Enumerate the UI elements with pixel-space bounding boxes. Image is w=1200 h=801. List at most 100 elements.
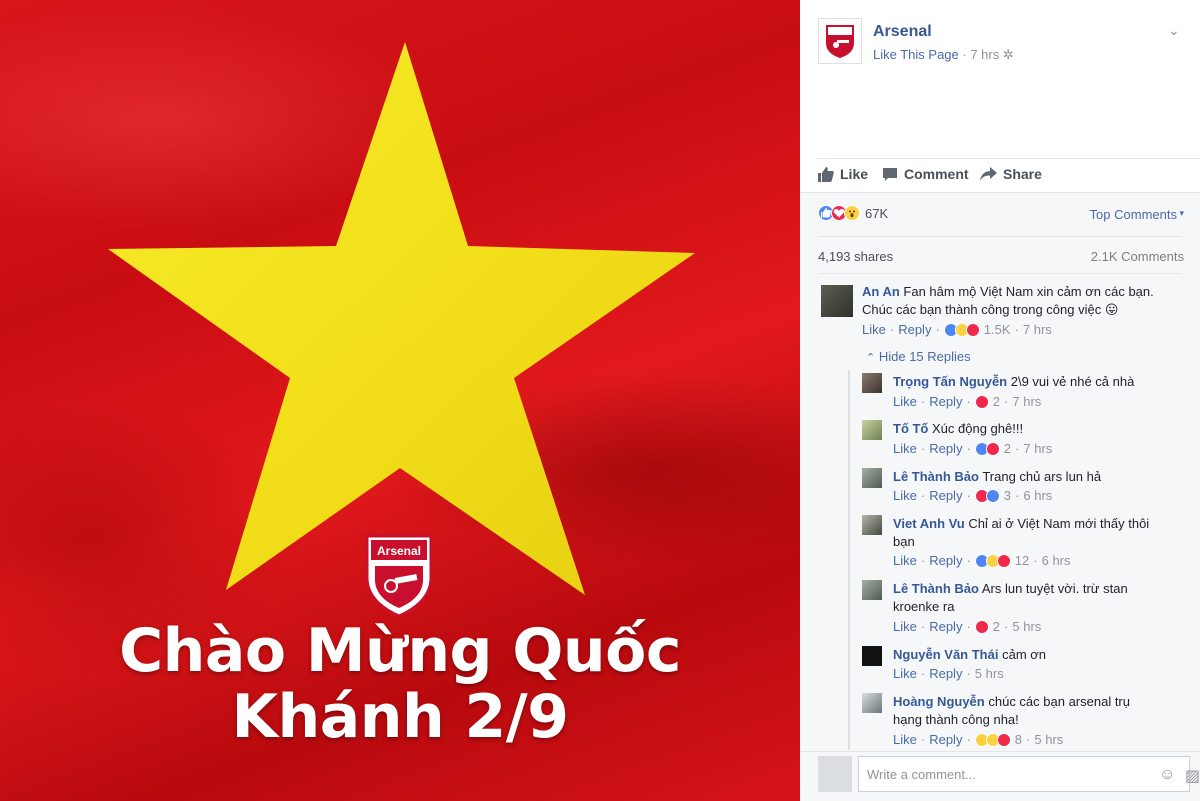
sticker-icon[interactable]: ▨ <box>1185 766 1200 785</box>
comment-text-line-2: kroenke ra <box>893 599 955 614</box>
comment-reactions[interactable] <box>974 732 1011 747</box>
comment-input[interactable]: Write a comment... ☺ ▨ <box>858 756 1200 792</box>
comment-reactions[interactable] <box>974 394 989 409</box>
reaction-count: 67K <box>865 205 889 221</box>
comment-text: Fan hâm mộ Việt Nam xin cảm ơn các bạn. <box>903 284 1154 299</box>
comment-text: Xúc động ghê!!! <box>932 421 1024 436</box>
commenter-name[interactable]: Tố Tố <box>893 421 928 436</box>
love-reaction-icon <box>985 441 1000 456</box>
comment-reactions[interactable] <box>974 441 1000 456</box>
reaction-count: 3 <box>1003 488 1012 503</box>
comment-actions: Like · Reply · 1.5K · 7 hrs <box>862 322 1052 337</box>
comment-reactions[interactable] <box>943 322 980 337</box>
comment-text: Trang chủ ars lun hả <box>982 469 1102 484</box>
love-reaction-icon <box>996 732 1011 747</box>
divider <box>800 192 1200 193</box>
comment-like-link[interactable]: Like <box>862 322 886 337</box>
comment-reply-link[interactable]: Reply <box>898 322 931 337</box>
avatar[interactable] <box>862 515 882 535</box>
avatar[interactable] <box>862 373 882 393</box>
commenter-name[interactable]: Lê Thành Bảo <box>893 469 979 484</box>
globe-icon: ✲ <box>1002 47 1014 62</box>
emoji-icon[interactable]: ☺ <box>1159 766 1177 784</box>
commenter-name[interactable]: Trọng Tấn Nguyễn <box>893 374 1007 389</box>
comment-like-link[interactable]: Like <box>893 619 917 634</box>
comment-time[interactable]: 7 hrs <box>1023 441 1052 456</box>
reaction-count: 8 <box>1014 732 1023 747</box>
avatar[interactable] <box>862 646 882 666</box>
comment-reply-link[interactable]: Reply <box>929 553 962 568</box>
comment-button[interactable]: Comment <box>882 166 969 182</box>
avatar[interactable] <box>862 468 882 488</box>
commenter-name[interactable]: An An <box>862 284 900 299</box>
like-page-link[interactable]: Like This Page <box>873 47 959 62</box>
post-side-panel: Arsenal Like This Page · 7 hrs ✲ ⌄ Like … <box>800 0 1200 801</box>
comment-reactions[interactable] <box>974 553 1011 568</box>
comment-text: cảm ơn <box>1002 647 1047 662</box>
comment-time[interactable]: 5 hrs <box>975 666 1004 681</box>
comment-actions: Like · Reply · 2 · 7 hrs <box>893 394 1042 409</box>
comment-actions: Like · Reply · 8 · 5 hrs <box>893 732 1064 747</box>
commenter-name[interactable]: Viet Anh Vu <box>893 516 965 531</box>
comment-text-line-2: Chúc các bạn thành công trong công việc … <box>862 302 1119 317</box>
chevron-down-icon[interactable]: ⌄ <box>1168 22 1180 39</box>
chevron-up-icon: ⌃ <box>866 352 876 364</box>
comments-count[interactable]: 2.1K Comments <box>1091 249 1184 264</box>
comment-like-link[interactable]: Like <box>893 732 917 747</box>
comment-text: 2\9 vui vẻ nhé cả nhà <box>1010 374 1135 389</box>
comment-like-link[interactable]: Like <box>893 553 917 568</box>
comment-reactions[interactable] <box>974 488 1000 503</box>
comment-like-link[interactable]: Like <box>893 441 917 456</box>
headline-line-1: Chào Mừng Quốc <box>119 616 681 686</box>
post-photo[interactable]: Arsenal Chào Mừng Quốc Khánh 2/9 <box>0 0 800 801</box>
comment-actions: Like · Reply · 12 · 6 hrs <box>893 553 1071 568</box>
avatar[interactable] <box>862 420 882 440</box>
love-reaction-icon <box>974 394 989 409</box>
like-reaction-icon <box>985 488 1000 503</box>
comment-text: Ars lun tuyệt vời. trừ stan <box>981 581 1128 596</box>
page-name-link[interactable]: Arsenal <box>873 23 932 41</box>
comment-time[interactable]: 6 hrs <box>1023 488 1052 503</box>
comment-reply-link[interactable]: Reply <box>929 619 962 634</box>
shares-count[interactable]: 4,193 shares <box>818 249 893 264</box>
divider <box>818 236 1182 237</box>
page-avatar[interactable] <box>818 18 862 64</box>
commenter-name[interactable]: Nguyễn Văn Thái <box>893 647 998 662</box>
comment-actions: Like · Reply · 2 · 7 hrs <box>893 441 1053 456</box>
hide-replies-link[interactable]: ⌃ Hide 15 Replies <box>866 349 971 364</box>
avatar[interactable] <box>862 580 882 600</box>
share-icon <box>980 167 997 181</box>
top-comments-dropdown[interactable]: Top Comments ▾ <box>1090 207 1184 222</box>
comment-like-link[interactable]: Like <box>893 394 917 409</box>
comment-actions: Like · Reply · 3 · 6 hrs <box>893 488 1053 503</box>
comment-reply-link[interactable]: Reply <box>929 394 962 409</box>
headline-text: Chào Mừng Quốc Khánh 2/9 <box>0 618 800 750</box>
comment-like-link[interactable]: Like <box>893 666 917 681</box>
arsenal-crest-logo: Arsenal <box>365 534 433 618</box>
comment-reply-link[interactable]: Reply <box>929 732 962 747</box>
avatar[interactable] <box>821 285 853 317</box>
comment-reply-link[interactable]: Reply <box>929 666 962 681</box>
like-button[interactable]: Like <box>818 166 868 182</box>
top-comments-label: Top Comments <box>1089 207 1177 222</box>
comment-reactions[interactable] <box>974 619 989 634</box>
comment-reply-link[interactable]: Reply <box>929 488 962 503</box>
reactions-summary[interactable]: 67K <box>818 205 888 221</box>
comment-text: Chỉ ai ở Việt Nam mới thấy thôi <box>968 516 1150 531</box>
wow-reaction-icon <box>844 205 860 221</box>
commenter-name[interactable]: Hoàng Nguyễn <box>893 694 985 709</box>
comment-time[interactable]: 7 hrs <box>1023 322 1052 337</box>
post-meta: Like This Page · 7 hrs ✲ <box>873 47 1014 62</box>
comment-time[interactable]: 5 hrs <box>1034 732 1063 747</box>
comment-time[interactable]: 7 hrs <box>1012 394 1041 409</box>
comment-reply-link[interactable]: Reply <box>929 441 962 456</box>
svg-text:Arsenal: Arsenal <box>377 544 421 558</box>
commenter-name[interactable]: Lê Thành Bảo <box>893 581 979 596</box>
comment-like-link[interactable]: Like <box>893 488 917 503</box>
comment-time[interactable]: 6 hrs <box>1042 553 1071 568</box>
post-time[interactable]: 7 hrs <box>970 47 999 62</box>
comment-time[interactable]: 5 hrs <box>1012 619 1041 634</box>
comment-actions: Like · Reply · 5 hrs <box>893 666 1004 681</box>
avatar[interactable] <box>862 693 882 713</box>
share-button[interactable]: Share <box>980 166 1042 182</box>
